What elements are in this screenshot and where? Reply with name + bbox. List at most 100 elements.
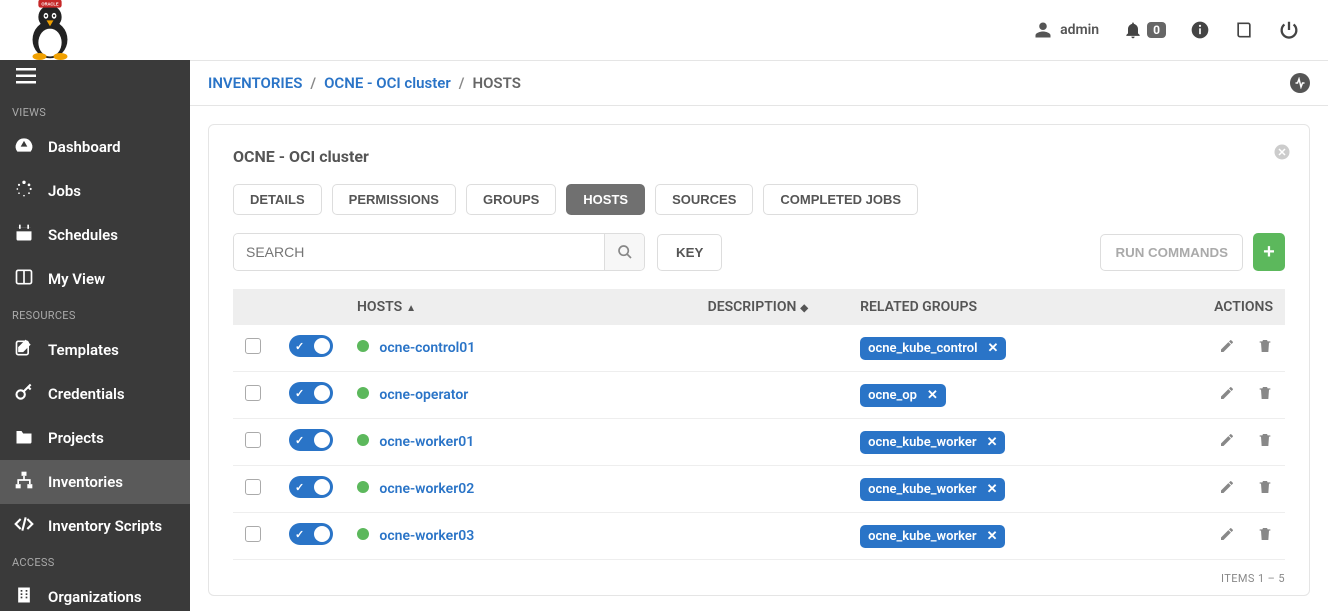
activity-stream-button[interactable]: [1290, 73, 1310, 93]
key-button[interactable]: KEY: [657, 234, 722, 271]
building-icon: [14, 585, 34, 609]
sort-icon: ◆: [800, 303, 808, 314]
breadcrumb-sep: /: [310, 74, 316, 92]
row-checkbox[interactable]: [245, 479, 261, 495]
host-link[interactable]: ocne-worker01: [379, 434, 474, 450]
edit-host-button[interactable]: [1219, 338, 1235, 358]
delete-host-button[interactable]: [1257, 432, 1273, 452]
sidebar-item-label: Projects: [48, 429, 104, 447]
host-enabled-toggle[interactable]: [289, 476, 333, 498]
status-dot-icon: [357, 387, 369, 399]
host-link[interactable]: ocne-worker03: [379, 528, 474, 544]
sidebar-item-organizations[interactable]: Organizations: [0, 575, 190, 611]
row-checkbox[interactable]: [245, 432, 261, 448]
row-checkbox[interactable]: [245, 385, 261, 401]
col-description[interactable]: DESCRIPTION: [708, 299, 797, 315]
host-enabled-toggle[interactable]: [289, 382, 333, 404]
trash-icon: [1257, 432, 1273, 448]
power-button[interactable]: [1278, 19, 1300, 41]
tab-permissions[interactable]: PERMISSIONS: [332, 184, 456, 215]
tab-hosts[interactable]: HOSTS: [566, 184, 645, 215]
sidebar-item-jobs[interactable]: Jobs: [0, 169, 190, 213]
host-link[interactable]: ocne-control01: [379, 340, 475, 356]
sidebar-item-dashboard[interactable]: Dashboard: [0, 125, 190, 169]
host-link[interactable]: ocne-worker02: [379, 481, 474, 497]
delete-host-button[interactable]: [1257, 385, 1273, 405]
edit-icon: [14, 338, 34, 362]
spinner-icon: [14, 179, 34, 203]
host-enabled-toggle[interactable]: [289, 429, 333, 451]
group-tag[interactable]: ocne_op ✕: [860, 384, 946, 407]
pencil-icon: [1219, 385, 1235, 401]
status-dot-icon: [357, 528, 369, 540]
sidebar-section-label: VIEWS: [0, 98, 190, 125]
sidebar-toggle[interactable]: [0, 60, 190, 98]
sidebar-item-schedules[interactable]: Schedules: [0, 213, 190, 257]
group-tag[interactable]: ocne_kube_worker✕: [860, 525, 1005, 548]
info-button[interactable]: [1190, 20, 1210, 40]
pencil-icon: [1219, 338, 1235, 354]
remove-group-icon[interactable]: ✕: [987, 435, 998, 450]
host-enabled-toggle[interactable]: [289, 523, 333, 545]
sort-up-icon: ▲: [406, 303, 416, 314]
sidebar-item-inventories[interactable]: Inventories: [0, 460, 190, 504]
breadcrumb-item[interactable]: INVENTORIES: [208, 74, 302, 92]
folder-icon: [14, 426, 34, 450]
host-link[interactable]: ocne-operator: [379, 387, 468, 403]
activity-icon: [1294, 77, 1306, 89]
sidebar-item-inventory-scripts[interactable]: Inventory Scripts: [0, 504, 190, 548]
tab-sources[interactable]: SOURCES: [655, 184, 753, 215]
delete-host-button[interactable]: [1257, 479, 1273, 499]
edit-host-button[interactable]: [1219, 385, 1235, 405]
tab-details[interactable]: DETAILS: [233, 184, 322, 215]
items-summary: ITEMS 1 – 5: [233, 560, 1285, 585]
remove-group-icon[interactable]: ✕: [988, 341, 999, 356]
breadcrumb-item: HOSTS: [472, 74, 520, 92]
add-host-button[interactable]: +: [1253, 233, 1285, 271]
edit-host-button[interactable]: [1219, 432, 1235, 452]
notification-count: 0: [1147, 22, 1166, 38]
remove-group-icon[interactable]: ✕: [927, 388, 938, 403]
tab-groups[interactable]: GROUPS: [466, 184, 556, 215]
tachometer-icon: [14, 135, 34, 159]
docs-button[interactable]: [1234, 20, 1254, 40]
toolbar: KEY RUN COMMANDS +: [233, 233, 1285, 271]
remove-group-icon[interactable]: ✕: [987, 529, 998, 544]
delete-host-button[interactable]: [1257, 338, 1273, 358]
row-checkbox[interactable]: [245, 338, 261, 354]
group-tag-label: ocne_op: [868, 388, 917, 403]
sidebar-item-myview[interactable]: My View: [0, 257, 190, 301]
sidebar-item-label: Templates: [48, 341, 119, 359]
group-tag[interactable]: ocne_kube_worker✕: [860, 431, 1005, 454]
table-row: ocne-operator ocne_op ✕: [233, 372, 1285, 419]
sidebar-item-templates[interactable]: Templates: [0, 328, 190, 372]
sidebar-item-label: Inventories: [48, 473, 123, 491]
username-label: admin: [1060, 22, 1099, 38]
app-logo: ORACLE: [20, 0, 80, 64]
col-hosts[interactable]: HOSTS: [357, 299, 402, 315]
code-icon: [14, 514, 34, 538]
edit-host-button[interactable]: [1219, 526, 1235, 546]
current-user[interactable]: admin: [1034, 21, 1099, 39]
calendar-icon: [14, 223, 34, 247]
delete-host-button[interactable]: [1257, 526, 1273, 546]
bell-icon: [1123, 20, 1143, 40]
edit-host-button[interactable]: [1219, 479, 1235, 499]
sidebar-item-projects[interactable]: Projects: [0, 416, 190, 460]
sidebar-item-label: Schedules: [48, 226, 118, 244]
topbar: ORACLE admin 0: [0, 0, 1328, 60]
notifications-button[interactable]: 0: [1123, 20, 1166, 40]
close-panel-button[interactable]: [1273, 143, 1291, 165]
search-input[interactable]: [234, 234, 604, 270]
sidebar-item-credentials[interactable]: Credentials: [0, 372, 190, 416]
row-checkbox[interactable]: [245, 526, 261, 542]
host-enabled-toggle[interactable]: [289, 335, 333, 357]
remove-group-icon[interactable]: ✕: [987, 482, 998, 497]
group-tag[interactable]: ocne_kube_control✕: [860, 337, 1006, 360]
run-commands-button[interactable]: RUN COMMANDS: [1100, 234, 1243, 271]
breadcrumb-sep: /: [459, 74, 465, 92]
tab-completed-jobs[interactable]: COMPLETED JOBS: [763, 184, 918, 215]
search-button[interactable]: [604, 234, 644, 270]
group-tag[interactable]: ocne_kube_worker✕: [860, 478, 1005, 501]
breadcrumb-item[interactable]: OCNE - OCI cluster: [324, 74, 451, 92]
